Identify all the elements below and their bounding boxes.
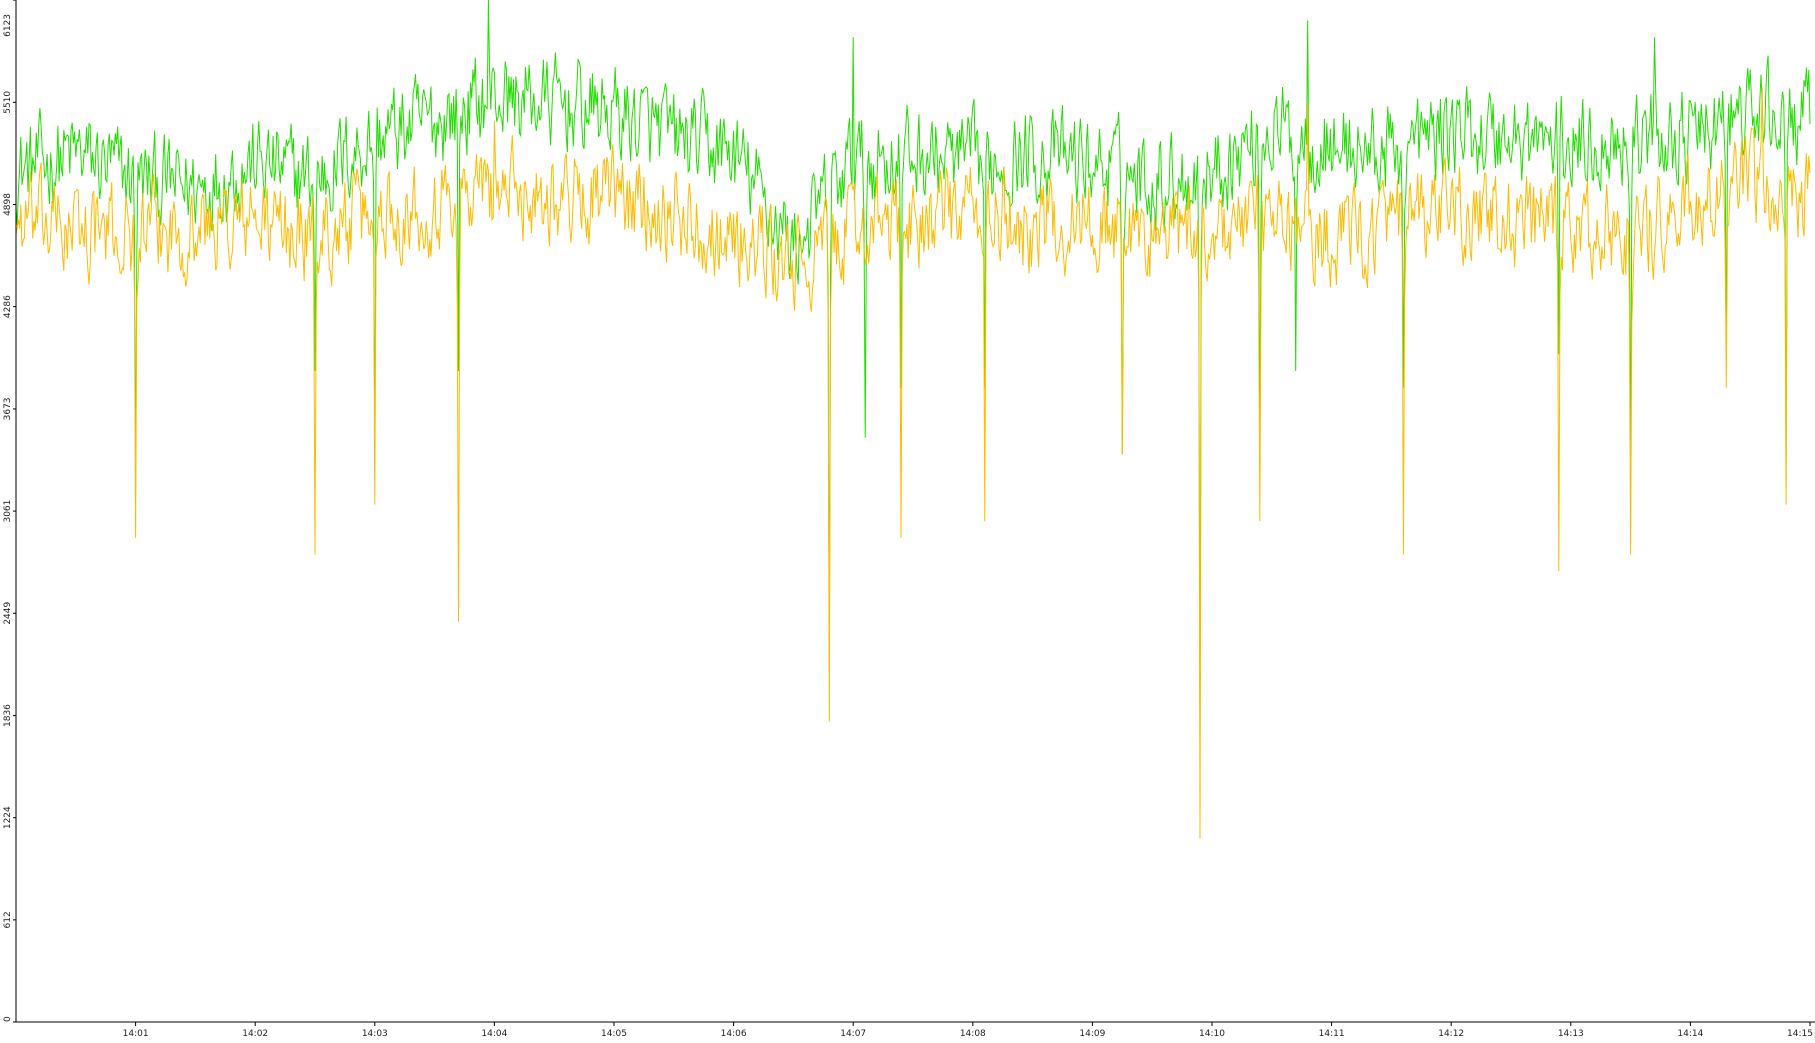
y-tick-label: 3061 (3, 500, 13, 523)
chart-canvas: 0 612 1224 1836 2449 3061 3673 4286 4898 5510 6123… (0, 0, 1815, 1039)
x-tick-label: 14:14 (1677, 1029, 1703, 1039)
y-tick-label: 4286 (3, 295, 13, 318)
x-tick-label: 14:09 (1079, 1029, 1105, 1039)
x-axis-ticks: 14:01 14:02 14:03 14:04 14:05 14:06 14:07 14:08… (123, 1022, 1813, 1039)
x-tick-label: 14:01 (123, 1029, 149, 1039)
y-tick-label: 4898 (3, 193, 13, 216)
x-tick-label: 14:07 (840, 1029, 866, 1039)
series-line-2 (15, 87, 1811, 839)
x-tick-label: 14:08 (960, 1029, 986, 1039)
x-tick-label: 14:12 (1438, 1029, 1464, 1039)
x-tick-label: 14:10 (1199, 1029, 1225, 1039)
y-tick-label: 5510 (3, 91, 13, 114)
line-chart: 0 612 1224 1836 2449 3061 3673 4286 4898 5510 6123… (3, 0, 1815, 1039)
x-tick-label: 14:05 (601, 1029, 627, 1039)
y-tick-label: 612 (3, 911, 13, 928)
x-tick-label: 14:04 (481, 1029, 507, 1039)
x-tick-label: 14:06 (721, 1029, 747, 1039)
series-layer (15, 0, 1811, 839)
y-tick-label: 1836 (3, 704, 13, 727)
y-tick-label: 1224 (3, 806, 13, 829)
x-tick-label: 14:13 (1558, 1029, 1584, 1039)
y-tick-label: 3673 (3, 397, 13, 420)
series-line-1 (15, 0, 1811, 739)
x-tick-label: 14:11 (1319, 1029, 1345, 1039)
x-tick-label: 14:15 (1787, 1029, 1813, 1039)
y-tick-label: 6123 (3, 14, 13, 37)
y-tick-label: 0 (3, 1016, 13, 1022)
x-tick-label: 14:03 (362, 1029, 388, 1039)
x-tick-label: 14:02 (242, 1029, 268, 1039)
y-tick-label: 2449 (3, 602, 13, 625)
y-axis-ticks: 0 612 1224 1836 2449 3061 3673 4286 4898 5510 6123 (3, 0, 16, 1023)
